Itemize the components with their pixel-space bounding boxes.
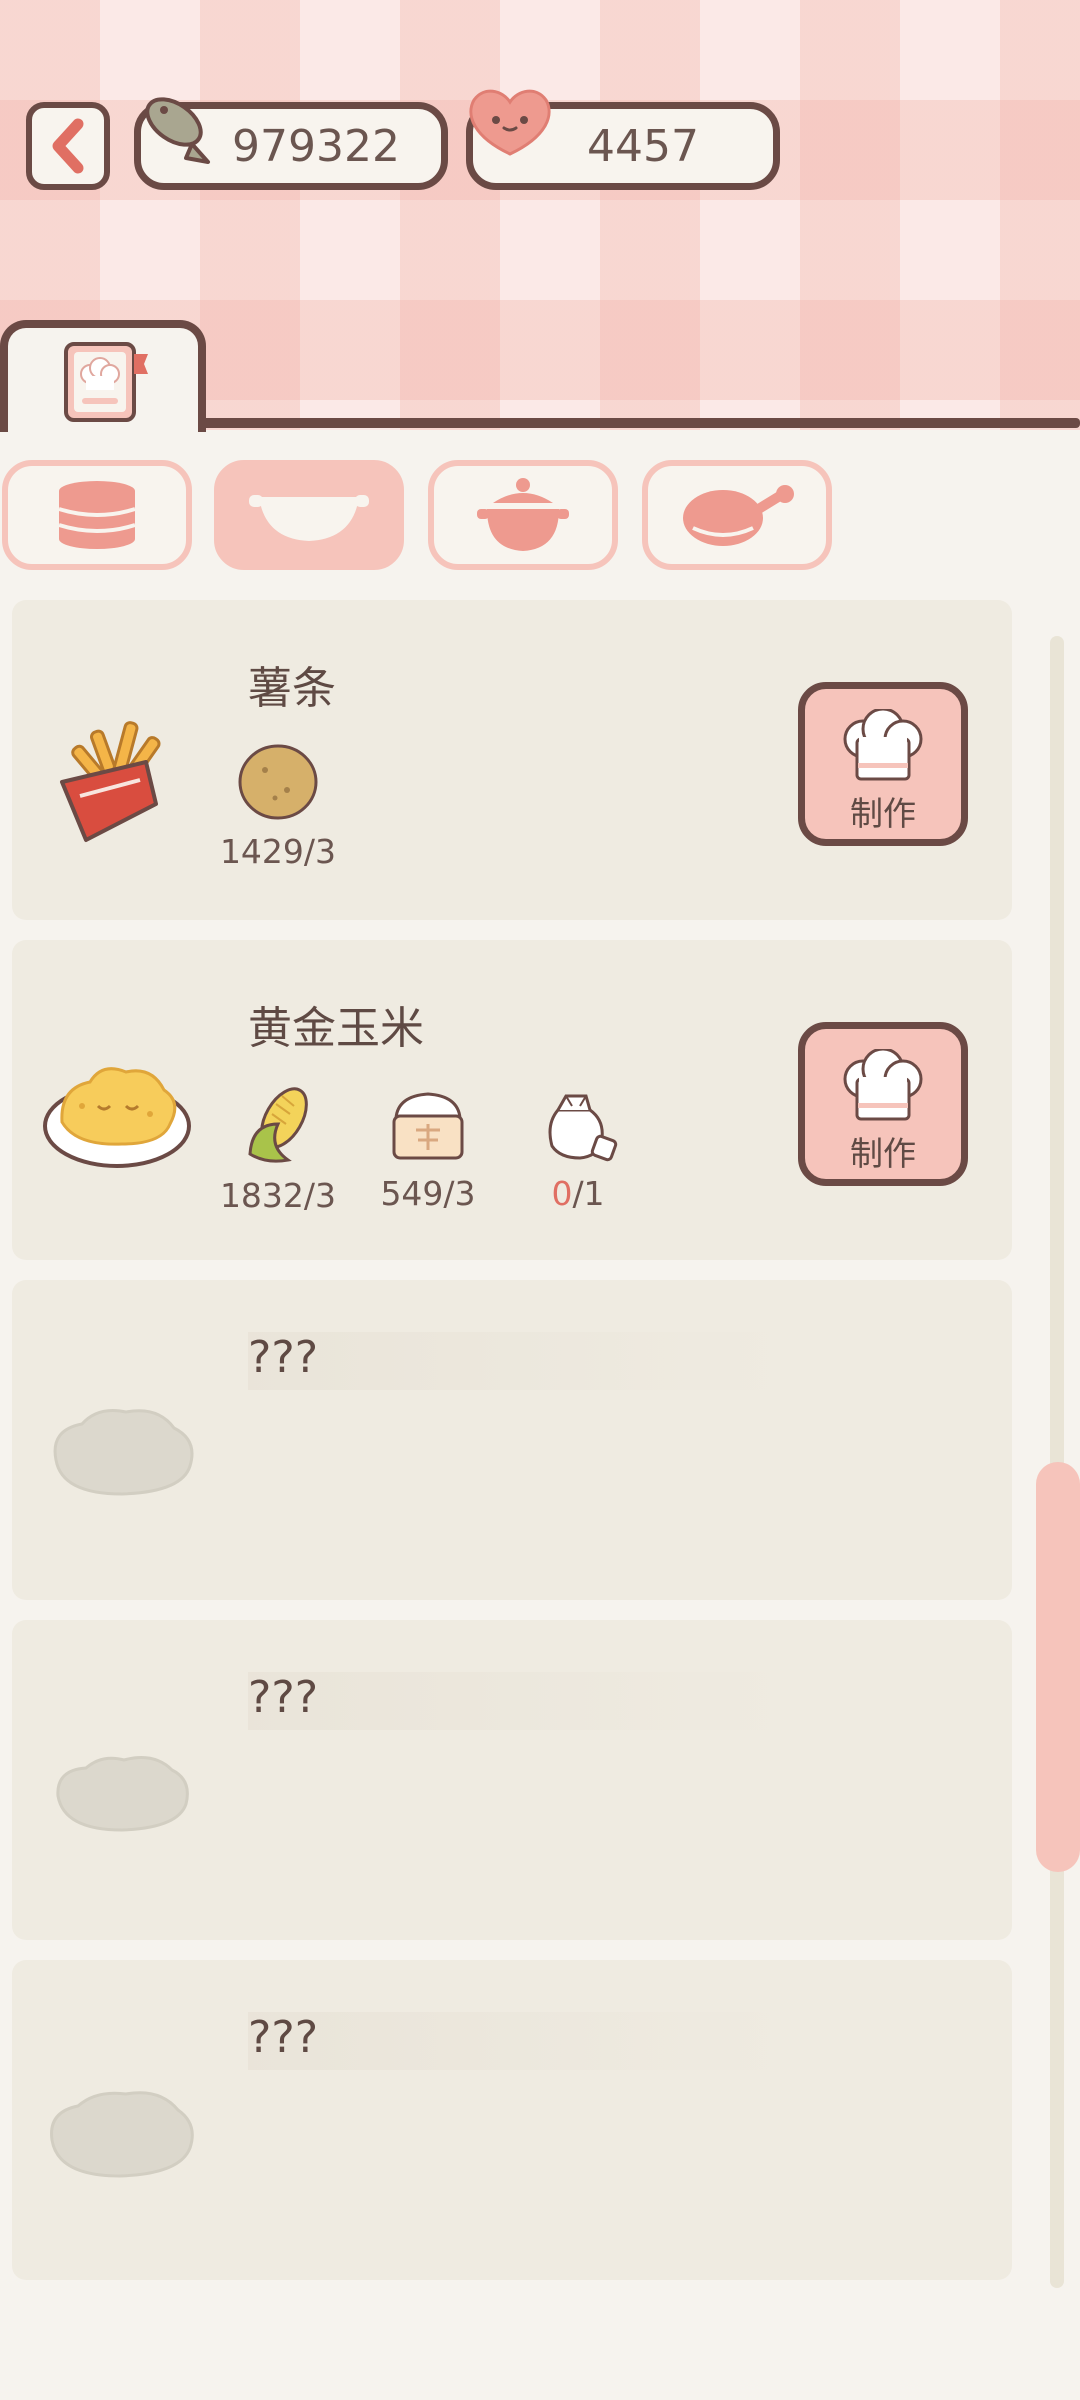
chef-hat-icon — [843, 1049, 923, 1121]
category-tab-steamer[interactable] — [2, 460, 192, 570]
flour-icon — [392, 1092, 464, 1160]
category-tab-clay-pot[interactable] — [428, 460, 618, 570]
french-fries-icon — [60, 721, 161, 842]
chef-hat-icon — [843, 709, 923, 781]
ingredient-flour: 549/3 — [358, 1084, 498, 1213]
recipe-name: ??? — [248, 1332, 788, 1390]
recipe-book-icon — [64, 342, 148, 422]
ingredient-count: 1832/3 — [219, 1176, 337, 1215]
fish-currency-amount: 979322 — [232, 120, 400, 172]
bowl-icon — [249, 495, 369, 541]
locked-dish-silhouette-icon — [53, 1409, 194, 1496]
heart-currency-amount: 4457 — [587, 120, 699, 172]
recipe-name: ??? — [248, 2012, 788, 2070]
clay-pot-icon — [477, 478, 569, 551]
potato-icon — [238, 744, 318, 820]
fish-icon — [145, 97, 210, 164]
make-button-label: 制作 — [850, 794, 916, 833]
frying-pan-icon — [683, 485, 794, 546]
ingredient-count: 549/3 — [380, 1174, 476, 1213]
make-button-label: 制作 — [850, 1134, 916, 1173]
scrollbar-thumb[interactable] — [1036, 1462, 1080, 1872]
recipe-name: ??? — [248, 1672, 788, 1730]
recipe-card-fries: 薯条 1429/3 制作 — [12, 600, 1012, 920]
ingredient-corn: 1832/3 — [208, 1084, 348, 1215]
recipe-book-tab[interactable] — [0, 320, 206, 432]
heart-icon — [469, 89, 551, 156]
locked-dish-silhouette-icon — [56, 1756, 189, 1832]
golden-corn-dish-icon — [43, 1067, 191, 1168]
chevron-left-icon — [52, 118, 84, 174]
recipe-name: 薯条 — [248, 663, 336, 714]
recipe-name: 黄金玉米 — [248, 1003, 424, 1054]
category-tab-frying-pan[interactable] — [642, 460, 832, 570]
ingredient-sugar: 0/1 — [508, 1084, 648, 1213]
recipe-card-locked: ??? — [12, 1280, 1012, 1600]
recipe-card-locked: ??? — [12, 1620, 1012, 1940]
steamer-icon — [58, 481, 136, 549]
category-tab-bowl[interactable] — [214, 460, 404, 570]
make-button[interactable]: 制作 — [798, 682, 968, 846]
locked-dish-silhouette-icon — [50, 2091, 194, 2178]
ingredient-count: 1429/3 — [219, 832, 337, 871]
ingredient-potato: 1429/3 — [208, 740, 348, 871]
back-button[interactable] — [26, 102, 110, 190]
recipe-card-golden-corn: 黄金玉米 1832/3 549/3 0/1 制作 — [12, 940, 1012, 1260]
corn-icon — [248, 1087, 308, 1163]
sugar-jar-icon — [548, 1094, 618, 1162]
make-button[interactable]: 制作 — [798, 1022, 968, 1186]
ingredient-count: 0/1 — [551, 1174, 605, 1213]
recipe-card-locked: ??? — [12, 1960, 1012, 2280]
